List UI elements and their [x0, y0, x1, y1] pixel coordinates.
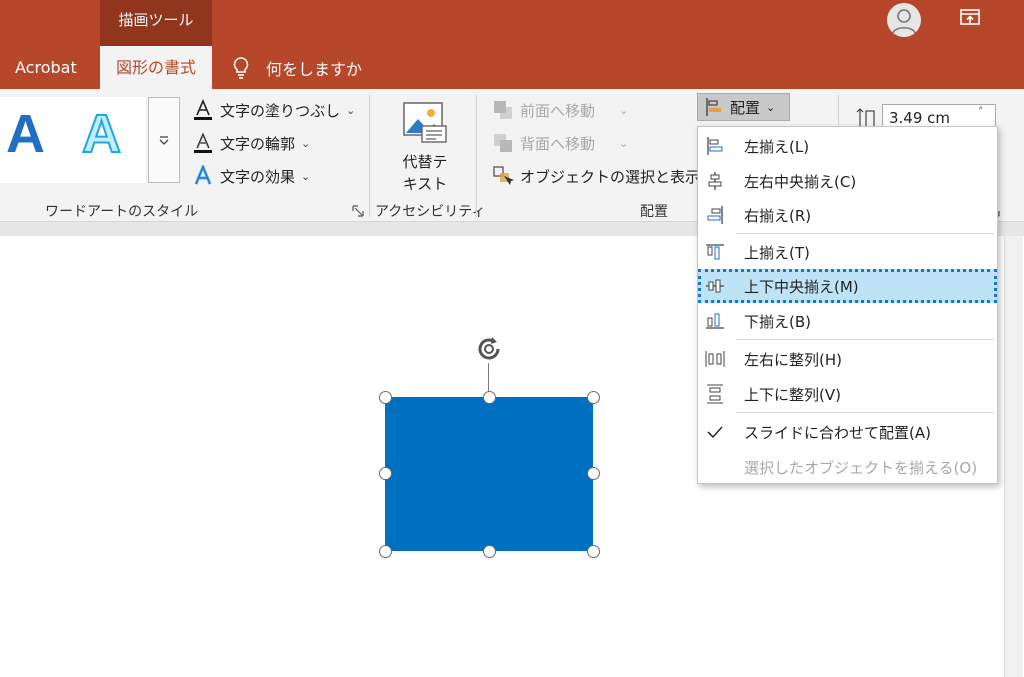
- ribbon-display-options-icon[interactable]: [957, 7, 983, 29]
- text-effects-icon: [192, 165, 214, 187]
- align-left-icon: [704, 135, 726, 157]
- chevron-down-icon: ⌄: [619, 136, 629, 150]
- resize-handle-top[interactable]: [483, 391, 496, 404]
- resize-handle-bottom[interactable]: [483, 545, 496, 558]
- wordart-style-glow-icon[interactable]: A: [81, 103, 122, 165]
- chevron-down-icon: [159, 136, 169, 145]
- menu-item-align-to-slide[interactable]: スライドに合わせて配置(A): [698, 415, 997, 449]
- menu-item-align-top[interactable]: 上揃え(T): [698, 235, 997, 269]
- alt-text-button[interactable]: 代替テ キスト: [385, 95, 465, 195]
- menu-item-distribute-horizontal[interactable]: 左右に整列(H): [698, 342, 997, 376]
- lightbulb-icon: [233, 56, 249, 79]
- menu-separator: [736, 339, 994, 340]
- resize-handle-top-left[interactable]: [379, 391, 392, 404]
- menu-item-align-middle[interactable]: 上下中央揃え(M): [698, 269, 997, 303]
- group-separator: [476, 95, 477, 217]
- distribute-horizontal-icon: [704, 348, 726, 370]
- text-fill-label: 文字の塗りつぶし: [220, 101, 341, 120]
- menu-item-distribute-vertical[interactable]: 上下に整列(V): [698, 377, 997, 411]
- align-top-icon: [704, 241, 726, 263]
- text-outline-icon: [192, 132, 214, 154]
- align-dropdown-menu: 左揃え(L) 左右中央揃え(C) 右揃え(R) 上揃え(T) 上下中央揃え(M)…: [697, 126, 998, 484]
- selection-pane-label: オブジェクトの選択と表示: [520, 167, 701, 186]
- dialog-launcher-icon[interactable]: [352, 205, 364, 217]
- text-outline-button[interactable]: 文字の輪郭 ⌄: [192, 130, 310, 156]
- menu-item-label: 左揃え(L): [744, 137, 810, 156]
- bring-forward-button[interactable]: 前面へ移動 ⌄: [492, 97, 628, 123]
- send-backward-label: 背面へ移動: [520, 134, 596, 153]
- align-bottom-icon: [704, 310, 726, 332]
- chevron-down-icon: ⌄: [301, 136, 311, 150]
- chevron-down-icon: ⌄: [766, 100, 776, 114]
- align-icon: [706, 98, 721, 116]
- wordart-style-blue-icon[interactable]: A: [6, 103, 45, 165]
- align-dropdown-button[interactable]: 配置 ⌄: [697, 93, 790, 121]
- vertical-scrollbar[interactable]: [1004, 236, 1023, 677]
- alt-text-label-line1: 代替テ: [402, 153, 448, 171]
- wordart-group-label: ワードアートのスタイル: [45, 204, 199, 220]
- align-center-icon: [704, 170, 726, 192]
- group-separator: [369, 95, 370, 217]
- context-tab-group-label: 描画ツール: [100, 0, 212, 46]
- align-button-label: 配置: [730, 98, 761, 117]
- checkmark-icon: [704, 421, 726, 443]
- arrange-group-label: 配置: [640, 204, 668, 220]
- menu-item-align-selected-objects[interactable]: 選択したオブジェクトを揃える(O): [698, 450, 997, 484]
- accessibility-group-label: アクセシビリティ: [375, 204, 486, 220]
- menu-item-align-bottom[interactable]: 下揃え(B): [698, 304, 997, 338]
- spinner-up-icon[interactable]: ˄: [978, 105, 984, 118]
- user-avatar-icon[interactable]: [887, 3, 921, 37]
- resize-handle-top-right[interactable]: [587, 391, 600, 404]
- menu-item-label: 上下中央揃え(M): [744, 277, 859, 296]
- selected-rectangle-shape[interactable]: [385, 397, 593, 551]
- rotate-handle-icon[interactable]: [474, 334, 504, 364]
- tell-me-text: 何をしますか: [266, 59, 363, 79]
- text-effects-label: 文字の効果: [220, 167, 296, 186]
- tab-shape-format[interactable]: 図形の書式: [100, 46, 212, 89]
- text-fill-icon: [192, 99, 214, 121]
- menu-item-label: 下揃え(B): [744, 312, 811, 331]
- menu-item-label: 左右中央揃え(C): [744, 172, 857, 191]
- resize-handle-bottom-left[interactable]: [379, 545, 392, 558]
- resize-handle-left[interactable]: [379, 467, 392, 480]
- tell-me-search[interactable]: 何をしますか: [232, 46, 362, 89]
- selection-pane-button[interactable]: オブジェクトの選択と表示: [492, 163, 700, 189]
- bring-forward-label: 前面へ移動: [520, 101, 596, 120]
- menu-separator: [736, 412, 994, 413]
- menu-item-label: スライドに合わせて配置(A): [744, 423, 931, 442]
- menu-item-label: 左右に整列(H): [744, 350, 842, 369]
- menu-item-label: 上揃え(T): [744, 243, 810, 262]
- bring-forward-icon: [492, 99, 514, 121]
- selection-pane-icon: [492, 165, 514, 187]
- menu-separator: [736, 233, 994, 234]
- align-middle-icon: [704, 275, 726, 297]
- send-backward-icon: [492, 132, 514, 154]
- resize-handle-right[interactable]: [587, 467, 600, 480]
- tab-acrobat[interactable]: Acrobat: [15, 46, 77, 89]
- chevron-down-icon: ⌄: [619, 103, 629, 117]
- title-tab-bar: 描画ツール Acrobat 図形の書式 何をしますか: [0, 0, 1024, 89]
- resize-handle-bottom-right[interactable]: [587, 545, 600, 558]
- menu-item-label: 右揃え(R): [744, 206, 812, 225]
- chevron-down-icon: ⌄: [301, 169, 311, 183]
- menu-item-align-right[interactable]: 右揃え(R): [698, 198, 997, 232]
- send-backward-button[interactable]: 背面へ移動 ⌄: [492, 130, 628, 156]
- distribute-vertical-icon: [704, 383, 726, 405]
- text-effects-button[interactable]: 文字の効果 ⌄: [192, 163, 310, 189]
- wordart-gallery: A A: [0, 97, 146, 183]
- alt-text-icon: [403, 102, 447, 143]
- text-outline-label: 文字の輪郭: [220, 134, 296, 153]
- text-fill-button[interactable]: 文字の塗りつぶし ⌄: [192, 97, 355, 123]
- menu-item-align-left[interactable]: 左揃え(L): [698, 129, 997, 163]
- alt-text-label-line2: キスト: [402, 175, 448, 193]
- chevron-down-icon: ⌄: [346, 103, 356, 117]
- menu-item-label: 上下に整列(V): [744, 385, 841, 404]
- menu-item-align-center[interactable]: 左右中央揃え(C): [698, 164, 997, 198]
- align-right-icon: [704, 204, 726, 226]
- menu-item-label: 選択したオブジェクトを揃える(O): [744, 458, 978, 477]
- wordart-gallery-more-button[interactable]: [148, 97, 180, 183]
